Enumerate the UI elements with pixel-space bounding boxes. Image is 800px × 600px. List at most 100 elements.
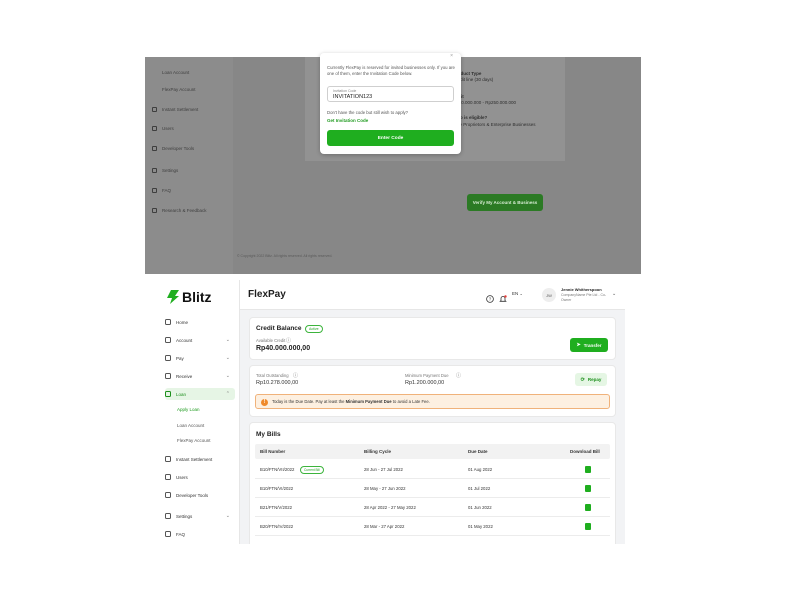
subnav-flexpay-account[interactable]: FlexPay Account <box>177 438 211 443</box>
chevron-down-icon: ⌄ <box>225 373 230 379</box>
warning-icon: ! <box>261 398 268 406</box>
sidebar-item-pay[interactable]: Pay ⌄ <box>165 352 235 364</box>
sidebar-item-users[interactable]: Users <box>165 471 235 483</box>
sidebar-item-label: Loan <box>176 391 187 397</box>
sidebar-item-settings[interactable]: Settings ⌄ <box>165 510 235 522</box>
help-icon <box>165 531 171 537</box>
verify-account-button: Verify My Account & Business <box>467 194 543 211</box>
due-date: 01 Aug 2022 <box>468 467 493 472</box>
sidebar-item-label: Developer Tools <box>176 492 209 498</box>
dim-nav-flexpay-account: FlexPay Account <box>162 87 196 92</box>
due-date: 01 Jul 2022 <box>468 486 491 491</box>
billing-cycle: 28 Mar - 27 Apr 2022 <box>364 524 405 529</box>
repay-icon: ⟳ <box>580 376 585 383</box>
language-selector[interactable]: EN ⌄ <box>512 291 523 296</box>
dim-nav-settings: Settings <box>162 168 179 173</box>
code-icon <box>152 146 157 151</box>
subnav-apply-loan[interactable]: Apply Loan <box>177 407 200 412</box>
download-icon[interactable] <box>585 485 591 492</box>
blitz-logo-icon <box>167 290 179 304</box>
invitation-code-label: Invitation Code <box>333 89 357 93</box>
credit-balance-title: Credit Balance <box>256 325 302 332</box>
chevron-up-icon: ⌃ <box>225 391 230 397</box>
get-invitation-code-link[interactable]: Get Invitation Code <box>327 118 368 123</box>
outstanding-card: Total Outstanding ⓘ Rp10.278.000,00 Mini… <box>249 365 616 417</box>
dim-nav-users: Users <box>162 126 174 131</box>
dim-nav-faq: FAQ <box>162 188 172 193</box>
pay-icon <box>165 355 171 361</box>
minimum-payment-value: Rp1.200.000,00 <box>405 380 445 386</box>
help-icon <box>152 188 157 193</box>
column-header-billing-cycle: Billing Cycle <box>364 449 392 454</box>
users-icon <box>152 126 157 131</box>
available-credit-label: Available Credit <box>256 338 286 343</box>
sidebar-item-loan[interactable]: Loan ⌃ <box>165 388 235 400</box>
sidebar-item-label: Users <box>176 474 188 480</box>
sidebar-item-label: Instant Settlement <box>176 456 213 462</box>
sidebar-item-developer-tools[interactable]: Developer Tools <box>165 489 235 501</box>
billing-cycle: 28 May - 27 Jun 2022 <box>364 486 406 491</box>
column-header-bill-number: Bill Number <box>260 449 286 454</box>
avatar[interactable]: JW <box>542 288 556 302</box>
info-icon[interactable]: ⓘ <box>456 372 461 379</box>
table-row: B10/FTN/VII/2022 Current Bill 28 Jun - 2… <box>255 460 610 479</box>
code-icon <box>165 492 171 498</box>
bills-table-header: Bill Number Billing Cycle Due Date Downl… <box>255 444 610 459</box>
modal-question-text: Don't have the code but still wish to ap… <box>327 110 409 115</box>
info-icon[interactable]: ⓘ <box>286 337 291 344</box>
credit-balance-card: Credit Balance Active Available Credit ⓘ… <box>249 317 616 360</box>
modal-intro-text: Currently FlexPay is reserved for invite… <box>327 65 455 76</box>
close-icon[interactable]: × <box>450 53 453 59</box>
dimmed-sidebar: Loan Account FlexPay Account Instant Set… <box>145 57 233 274</box>
page-title: FlexPay <box>248 289 286 300</box>
sidebar-item-receive[interactable]: Receive ⌄ <box>165 370 235 382</box>
bell-icon[interactable] <box>499 290 507 302</box>
dim-limit-value: Rp50.000.000 - Rp250.000.000 <box>453 100 517 105</box>
total-outstanding-value: Rp10.278.000,00 <box>256 380 299 386</box>
current-bill-badge: Current Bill <box>300 466 324 474</box>
chevron-down-icon: ⌄ <box>225 337 230 343</box>
sidebar-item-home[interactable]: Home <box>165 316 235 328</box>
due-date-alert: ! Today is the Due Date. Pay at least th… <box>255 394 610 409</box>
table-row: B21/FTN/V/2022 28 Apr 2022 - 27 May 2022… <box>255 498 610 517</box>
help-icon[interactable]: ? <box>486 290 494 303</box>
sidebar-item-faq[interactable]: FAQ <box>165 528 235 540</box>
table-row: B20/FTN/IV/2022 28 Mar - 27 Apr 2022 01 … <box>255 517 610 536</box>
sidebar-item-label: Pay <box>176 355 184 361</box>
dim-nav-instant-settlement: Instant Settlement <box>162 107 199 112</box>
invitation-code-field[interactable]: Invitation Code INVITATION123 <box>327 86 454 102</box>
transfer-button[interactable]: ➤ Transfer <box>570 338 608 352</box>
sidebar-item-label: Home <box>176 319 189 325</box>
sidebar-item-account[interactable]: Account ⌄ <box>165 334 235 346</box>
send-icon: ➤ <box>576 342 581 348</box>
bill-number: B10/FTN/VII/2022 <box>260 467 295 472</box>
bill-number: B10/FTN/VI/2022 <box>260 486 294 491</box>
alert-text-bold: Minimum Payment Due <box>345 399 392 404</box>
sidebar: Blitz Home Account ⌄ Pay ⌄ Receive ⌄ Loa… <box>158 280 240 544</box>
subnav-loan-account[interactable]: Loan Account <box>177 423 204 428</box>
language-label: EN <box>512 291 519 296</box>
dim-eligible-value: Sole Proprietors & Enterprise Businesses <box>453 122 536 127</box>
dim-footer: © Copyright 2022 Blitz. All rights reser… <box>237 254 333 258</box>
info-icon[interactable]: ⓘ <box>293 372 298 379</box>
chevron-down-icon[interactable]: ⌄ <box>612 291 616 297</box>
repay-button[interactable]: ⟳ Repay <box>575 373 607 386</box>
brand-name: Blitz <box>182 289 212 305</box>
download-icon[interactable] <box>585 523 591 530</box>
status-badge: Active <box>305 325 323 333</box>
chevron-down-icon: ⌄ <box>225 513 230 519</box>
column-header-download-bill: Download Bill <box>570 449 600 454</box>
enter-code-button[interactable]: Enter Code <box>327 130 454 146</box>
dim-nav-research: Research & Feedback <box>162 208 207 213</box>
settlement-icon <box>165 456 171 462</box>
dim-nav-loan-account: Loan Account <box>162 70 190 75</box>
bill-number: B21/FTN/V/2022 <box>260 505 293 510</box>
minimum-payment-label: Minimum Payment Due <box>405 373 449 378</box>
sidebar-item-instant-settlement[interactable]: Instant Settlement <box>165 453 235 465</box>
sidebar-item-label: Account <box>176 337 193 343</box>
download-icon[interactable] <box>585 466 591 473</box>
gear-icon <box>165 513 171 519</box>
brand-logo[interactable]: Blitz <box>167 289 212 305</box>
download-icon[interactable] <box>585 504 591 511</box>
column-header-due-date: Due Date <box>468 449 488 454</box>
